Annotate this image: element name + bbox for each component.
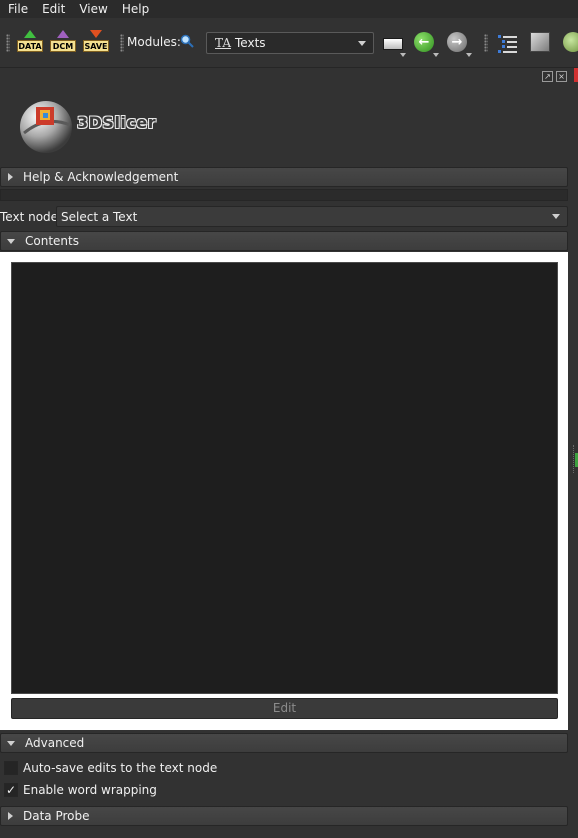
app-logo-text: 3DSlicer bbox=[77, 113, 157, 132]
back-history-dropdown-icon[interactable] bbox=[433, 53, 439, 57]
contents-header[interactable]: Contents bbox=[0, 231, 568, 251]
auto-save-checkbox[interactable] bbox=[4, 761, 18, 775]
text-node-label: Text node: bbox=[0, 210, 63, 224]
data-tree-icon[interactable] bbox=[498, 33, 518, 53]
word-wrap-option: ✓ Enable word wrapping bbox=[4, 782, 157, 798]
forward-arrow-icon[interactable]: → bbox=[447, 32, 467, 52]
status-indicator bbox=[574, 68, 578, 82]
float-panel-icon[interactable]: ↗ bbox=[542, 71, 553, 82]
cube-icon[interactable] bbox=[530, 32, 550, 52]
save-data-button[interactable]: SAVE bbox=[83, 30, 109, 56]
data-label: DATA bbox=[17, 40, 43, 52]
modules-label: Modules: bbox=[127, 35, 181, 49]
toolbar-grip-handle[interactable] bbox=[120, 34, 124, 52]
chevron-down-icon bbox=[552, 214, 560, 219]
menu-file[interactable]: File bbox=[0, 2, 34, 16]
section-title: Help & Acknowledgement bbox=[23, 170, 179, 184]
search-icon[interactable] bbox=[180, 34, 194, 48]
expand-arrow-icon bbox=[8, 812, 13, 820]
dcm-label: DCM bbox=[50, 40, 76, 52]
help-acknowledgement-header[interactable]: Help & Acknowledgement bbox=[0, 167, 568, 187]
menu-help[interactable]: Help bbox=[114, 2, 155, 16]
close-icon[interactable]: × bbox=[556, 71, 567, 82]
layout-dropdown-icon[interactable] bbox=[400, 53, 406, 57]
word-wrap-checkbox[interactable]: ✓ bbox=[4, 783, 18, 797]
data-probe-header[interactable]: Data Probe bbox=[0, 806, 568, 826]
chevron-down-icon bbox=[358, 41, 366, 46]
collapse-arrow-icon bbox=[7, 740, 15, 746]
contents-panel: Edit bbox=[0, 252, 568, 730]
load-data-button[interactable]: DATA bbox=[17, 30, 43, 56]
expand-arrow-icon bbox=[8, 173, 13, 181]
toolbar-grip-handle[interactable] bbox=[484, 34, 488, 52]
advanced-header[interactable]: Advanced bbox=[0, 733, 568, 753]
back-arrow-icon[interactable]: ← bbox=[414, 32, 434, 52]
slicer-logo-icon bbox=[20, 101, 72, 153]
menu-bar: File Edit View Help bbox=[0, 0, 578, 18]
menu-edit[interactable]: Edit bbox=[34, 2, 71, 16]
toolbar-grip-handle[interactable] bbox=[6, 34, 10, 52]
auto-save-option: Auto-save edits to the text node bbox=[4, 760, 217, 776]
layout-icon[interactable] bbox=[383, 38, 403, 50]
forward-history-dropdown-icon[interactable] bbox=[466, 53, 472, 57]
word-wrap-label: Enable word wrapping bbox=[23, 783, 157, 797]
section-title: Data Probe bbox=[23, 809, 90, 823]
edit-button[interactable]: Edit bbox=[11, 698, 558, 719]
module-selector[interactable]: TA Texts bbox=[206, 32, 374, 54]
texts-module-icon: TA bbox=[215, 36, 232, 50]
download-arrow-icon bbox=[90, 30, 102, 38]
save-label: SAVE bbox=[83, 40, 109, 52]
auto-save-label: Auto-save edits to the text node bbox=[23, 761, 218, 775]
section-title: Advanced bbox=[25, 736, 85, 750]
collapse-arrow-icon bbox=[7, 238, 15, 244]
dock-controls: ↗ × bbox=[542, 71, 570, 82]
text-content-area[interactable] bbox=[11, 262, 558, 694]
extension-icon[interactable] bbox=[563, 32, 578, 52]
text-node-value: Select a Text bbox=[61, 209, 138, 224]
dicom-arrow-icon bbox=[57, 30, 69, 38]
menu-view[interactable]: View bbox=[71, 2, 113, 16]
module-selected-value: Texts bbox=[235, 36, 266, 50]
text-node-selector[interactable]: Select a Text bbox=[56, 206, 568, 227]
panel-separator bbox=[0, 189, 568, 201]
load-dicom-button[interactable]: DCM bbox=[50, 30, 76, 56]
section-title: Contents bbox=[25, 234, 79, 248]
upload-arrow-icon bbox=[24, 30, 36, 38]
main-toolbar: DATA DCM SAVE Modules: TA Texts ← → bbox=[0, 18, 578, 68]
